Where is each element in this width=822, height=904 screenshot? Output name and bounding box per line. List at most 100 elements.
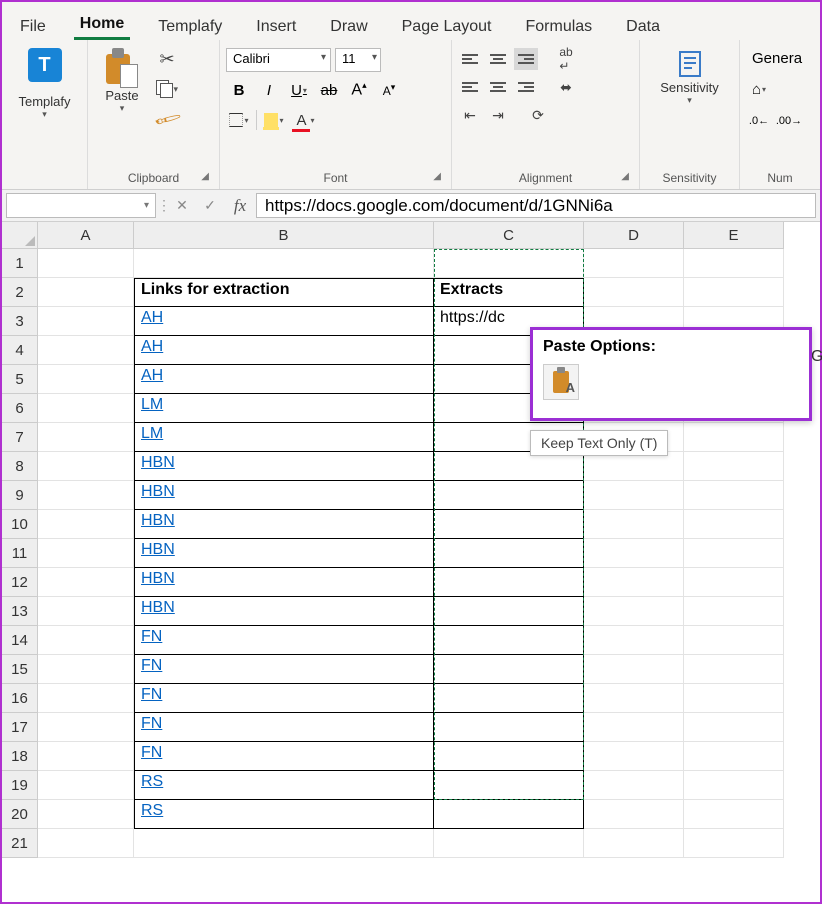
cell[interactable] xyxy=(684,510,784,539)
cell[interactable] xyxy=(684,713,784,742)
cell[interactable] xyxy=(38,655,134,684)
align-bottom-button[interactable] xyxy=(514,48,538,70)
wrap-text-button[interactable]: ab↵ xyxy=(554,48,578,70)
hyperlink[interactable]: FN xyxy=(141,686,162,703)
cell[interactable]: Links for extraction xyxy=(134,278,434,307)
hyperlink[interactable]: FN xyxy=(141,657,162,674)
hyperlink[interactable]: HBN xyxy=(141,570,175,587)
cell[interactable] xyxy=(584,626,684,655)
increase-indent-button[interactable]: ⇥ xyxy=(486,104,510,126)
cell[interactable] xyxy=(38,742,134,771)
borders-button[interactable] xyxy=(226,108,252,132)
cell[interactable] xyxy=(684,684,784,713)
cell[interactable] xyxy=(684,568,784,597)
cell[interactable] xyxy=(684,423,784,452)
cell[interactable]: HBN xyxy=(134,568,434,597)
row-header[interactable]: 19 xyxy=(2,771,38,800)
name-box[interactable] xyxy=(6,193,156,218)
cell[interactable] xyxy=(684,626,784,655)
cell[interactable]: HBN xyxy=(134,539,434,568)
align-middle-button[interactable] xyxy=(486,48,510,70)
row-header[interactable]: 10 xyxy=(2,510,38,539)
dialog-launcher-icon[interactable]: ◢ xyxy=(201,171,209,182)
cell[interactable] xyxy=(38,597,134,626)
hyperlink[interactable]: LM xyxy=(141,425,163,442)
cell[interactable] xyxy=(38,365,134,394)
underline-button[interactable]: U xyxy=(286,78,312,102)
cell[interactable]: FN xyxy=(134,626,434,655)
row-header[interactable]: 16 xyxy=(2,684,38,713)
strikethrough-button[interactable]: ab xyxy=(316,78,342,102)
align-right-button[interactable] xyxy=(514,76,538,98)
cell[interactable] xyxy=(38,278,134,307)
orientation-button[interactable]: ⟳ xyxy=(526,104,550,126)
row-header[interactable]: 14 xyxy=(2,626,38,655)
cell[interactable] xyxy=(684,539,784,568)
hyperlink[interactable]: HBN xyxy=(141,483,175,500)
cell[interactable]: HBN xyxy=(134,597,434,626)
font-name-select[interactable]: Calibri xyxy=(226,48,331,72)
cell[interactable] xyxy=(38,481,134,510)
cell[interactable] xyxy=(134,829,434,858)
tab-page-layout[interactable]: Page Layout xyxy=(396,14,498,40)
cell[interactable]: LM xyxy=(134,423,434,452)
row-header[interactable]: 20 xyxy=(2,800,38,829)
accounting-format-button[interactable]: ⌂ xyxy=(746,77,772,101)
hyperlink[interactable]: FN xyxy=(141,715,162,732)
hyperlink[interactable]: LM xyxy=(141,396,163,413)
cell[interactable]: RS xyxy=(134,800,434,829)
hyperlink[interactable]: HBN xyxy=(141,541,175,558)
hyperlink[interactable]: AH xyxy=(141,367,163,384)
cell[interactable] xyxy=(684,771,784,800)
grow-font-button[interactable]: A▴ xyxy=(346,78,372,102)
row-header[interactable]: 2 xyxy=(2,278,38,307)
cell[interactable] xyxy=(584,278,684,307)
merge-center-button[interactable]: ⬌ xyxy=(554,76,578,98)
cell[interactable] xyxy=(584,655,684,684)
formula-bar[interactable]: https://docs.google.com/document/d/1GNNi… xyxy=(256,193,816,218)
font-size-select[interactable]: 11 xyxy=(335,48,381,72)
cell[interactable] xyxy=(38,800,134,829)
italic-button[interactable]: I xyxy=(256,78,282,102)
cell[interactable]: HBN xyxy=(134,452,434,481)
cell[interactable] xyxy=(434,452,584,481)
cell[interactable] xyxy=(434,742,584,771)
cell[interactable] xyxy=(584,829,684,858)
align-center-button[interactable] xyxy=(486,76,510,98)
row-header[interactable]: 18 xyxy=(2,742,38,771)
cell[interactable] xyxy=(434,568,584,597)
cell[interactable] xyxy=(38,568,134,597)
cell[interactable] xyxy=(684,452,784,481)
cell[interactable] xyxy=(684,800,784,829)
enter-formula-button[interactable]: ✓ xyxy=(196,190,224,221)
cell[interactable] xyxy=(434,829,584,858)
row-header[interactable]: 11 xyxy=(2,539,38,568)
fill-color-button[interactable] xyxy=(261,108,287,132)
select-all-corner[interactable] xyxy=(2,222,38,249)
hyperlink[interactable]: AH xyxy=(141,309,163,326)
cell[interactable] xyxy=(38,307,134,336)
tab-draw[interactable]: Draw xyxy=(324,14,373,40)
cell[interactable] xyxy=(584,771,684,800)
cell[interactable] xyxy=(684,249,784,278)
cell[interactable] xyxy=(434,626,584,655)
shrink-font-button[interactable]: A▾ xyxy=(376,78,402,102)
cell[interactable]: HBN xyxy=(134,510,434,539)
cell[interactable] xyxy=(434,481,584,510)
format-painter-button[interactable]: 🖌 xyxy=(156,108,178,130)
copy-button[interactable]: ▾ xyxy=(156,78,178,100)
cell[interactable] xyxy=(38,771,134,800)
dialog-launcher-icon[interactable]: ◢ xyxy=(433,171,441,182)
cell[interactable] xyxy=(434,655,584,684)
cell[interactable]: AH xyxy=(134,365,434,394)
cell[interactable] xyxy=(434,684,584,713)
cell[interactable] xyxy=(38,626,134,655)
cell[interactable] xyxy=(584,597,684,626)
tab-home[interactable]: Home xyxy=(74,11,130,40)
row-header[interactable]: 8 xyxy=(2,452,38,481)
column-header[interactable]: C xyxy=(434,222,584,249)
hyperlink[interactable]: RS xyxy=(141,802,163,819)
cell[interactable]: FN xyxy=(134,713,434,742)
cell[interactable] xyxy=(684,278,784,307)
tab-data[interactable]: Data xyxy=(620,14,666,40)
